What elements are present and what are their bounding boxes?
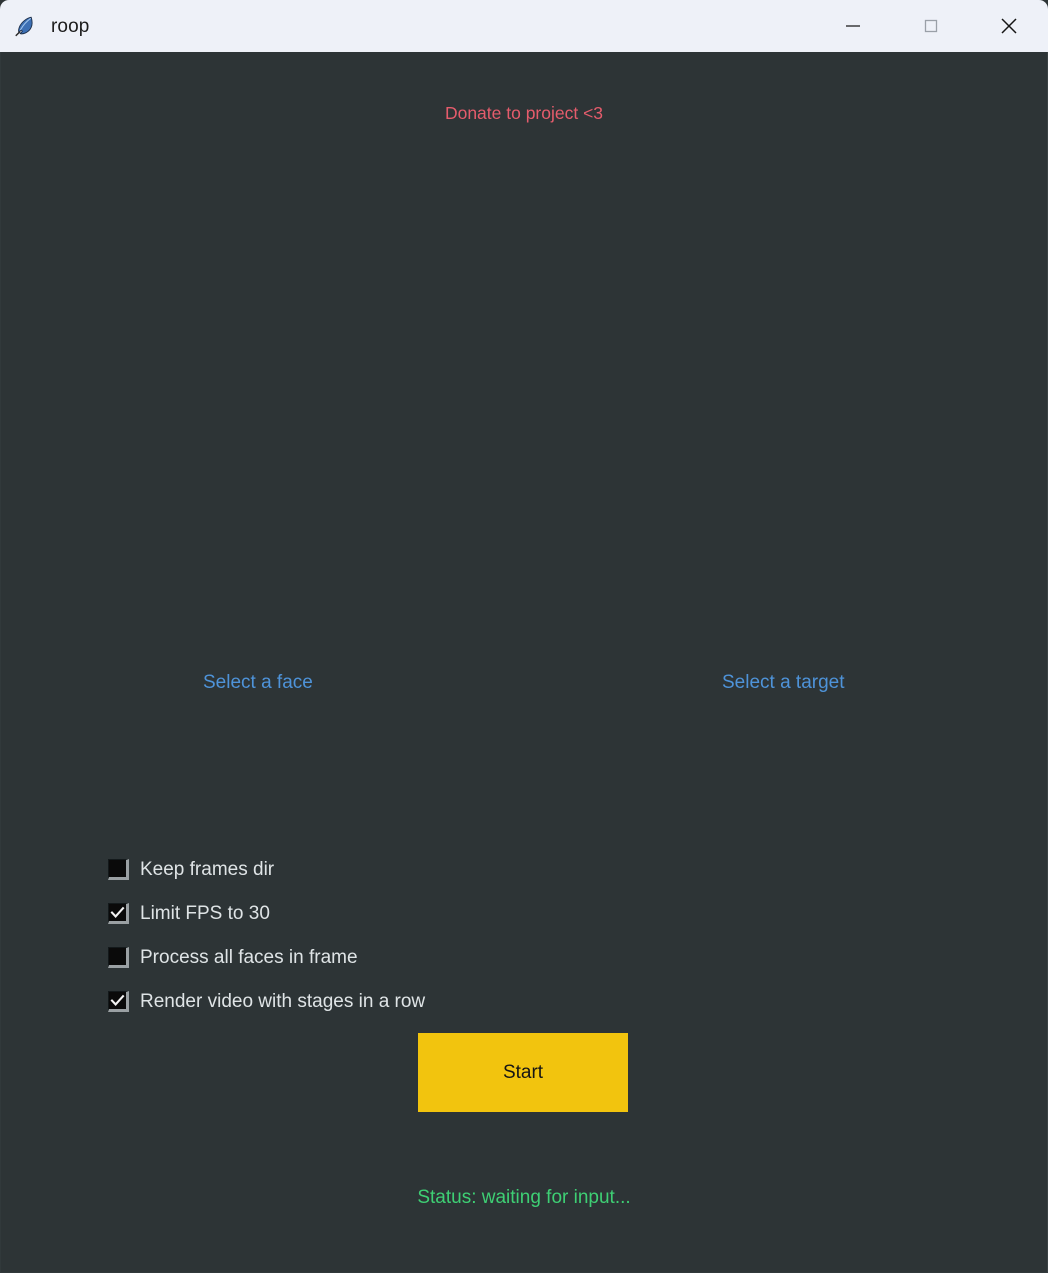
face-preview-pane[interactable]	[43, 152, 483, 652]
target-preview-pane[interactable]	[567, 152, 1007, 652]
maximize-icon	[923, 18, 939, 34]
checkbox-process-all-faces-in-frame[interactable]	[108, 947, 129, 968]
minimize-icon	[845, 18, 861, 34]
option-label: Keep frames dir	[140, 859, 275, 880]
status-message: Status: waiting for input...	[417, 1187, 631, 1208]
option-render-video-with-stages-in-a-row[interactable]: Render video with stages in a row	[108, 988, 425, 1015]
minimize-button[interactable]	[814, 0, 892, 52]
options-checkbox-list: Keep frames dir Limit FPS to 30 Process …	[108, 856, 808, 1032]
donate-link[interactable]: Donate to project <3	[1, 103, 1047, 124]
option-process-all-faces-in-frame[interactable]: Process all faces in frame	[108, 944, 358, 971]
option-limit-fps-to-30[interactable]: Limit FPS to 30	[108, 900, 270, 927]
window-title: roop	[51, 15, 90, 37]
checkbox-keep-frames-dir[interactable]	[108, 859, 129, 880]
maximize-button[interactable]	[892, 0, 970, 52]
feather-quill-icon	[13, 15, 35, 37]
close-button[interactable]	[970, 0, 1048, 52]
select-a-face-button[interactable]: Select a face	[203, 672, 313, 694]
start-button[interactable]: Start	[418, 1033, 628, 1112]
window-titlebar: roop	[0, 0, 1048, 52]
close-icon	[999, 16, 1019, 36]
window-controls	[814, 0, 1048, 52]
option-label: Process all faces in frame	[140, 947, 358, 968]
option-keep-frames-dir[interactable]: Keep frames dir	[108, 856, 274, 883]
checkbox-limit-fps-to-30[interactable]	[108, 903, 129, 924]
checkbox-render-video-with-stages-in-a-row[interactable]	[108, 991, 129, 1012]
roop-application-window: roop Donate to project <3 Select a face …	[0, 0, 1048, 1273]
window-content: Donate to project <3 Select a face Selec…	[0, 52, 1048, 1273]
titlebar-identity: roop	[0, 15, 89, 37]
option-label: Limit FPS to 30	[140, 903, 270, 924]
select-a-target-button[interactable]: Select a target	[722, 672, 845, 694]
option-label: Render video with stages in a row	[140, 991, 426, 1012]
